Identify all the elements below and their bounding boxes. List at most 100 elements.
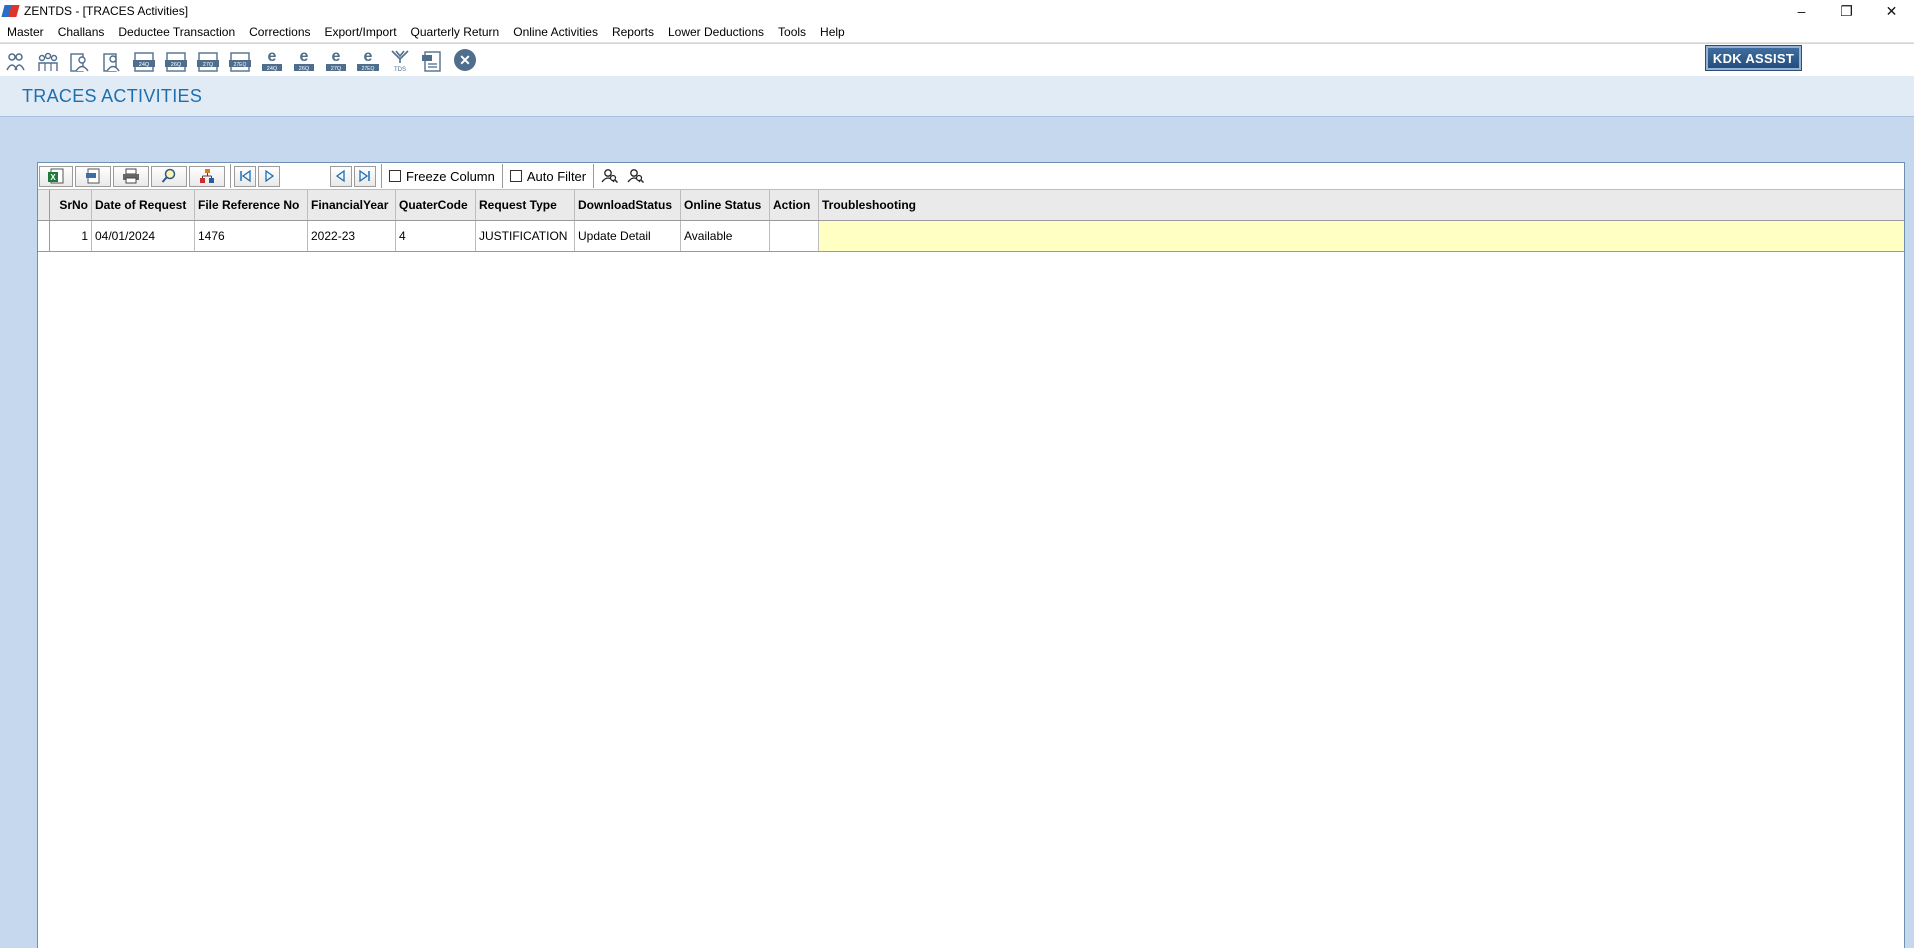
window-title: ZENTDS - [TRACES Activities] bbox=[24, 4, 189, 18]
employee-icon[interactable] bbox=[68, 47, 92, 73]
auto-filter-label: Auto Filter bbox=[526, 168, 587, 184]
deductor-icon[interactable] bbox=[4, 47, 28, 73]
excel-icon: X bbox=[48, 168, 64, 184]
svg-text:e: e bbox=[268, 48, 277, 65]
svg-text:24Q: 24Q bbox=[139, 62, 150, 68]
form-27q-icon[interactable]: 27Q bbox=[196, 47, 220, 73]
restore-button[interactable]: ❐ bbox=[1824, 0, 1869, 22]
group-button[interactable] bbox=[189, 165, 225, 187]
minimize-button[interactable]: – bbox=[1779, 0, 1824, 22]
menu-tools[interactable]: Tools bbox=[771, 22, 813, 43]
col-header-request-type[interactable]: Request Type bbox=[476, 190, 575, 220]
e-24q-icon[interactable]: e 24Q bbox=[260, 47, 284, 73]
menu-challans[interactable]: Challans bbox=[51, 22, 112, 43]
document-icon[interactable] bbox=[420, 47, 444, 73]
menu-online-activities[interactable]: Online Activities bbox=[506, 22, 605, 43]
menu-bar: Master Challans Deductee Transaction Cor… bbox=[0, 22, 1914, 43]
form-26q-icon[interactable]: 26Q bbox=[164, 47, 188, 73]
menu-lower-deductions[interactable]: Lower Deductions bbox=[661, 22, 771, 43]
form-27eq-icon[interactable]: 27EQ bbox=[228, 47, 252, 73]
cell-action[interactable] bbox=[770, 221, 819, 251]
cell-file-reference-no[interactable]: 1476 bbox=[195, 221, 308, 251]
auto-filter-checkbox[interactable]: Auto Filter bbox=[506, 169, 590, 184]
printer-icon bbox=[123, 168, 139, 184]
deductees-icon[interactable] bbox=[36, 47, 60, 73]
app-logo-icon bbox=[1, 3, 20, 19]
menu-help[interactable]: Help bbox=[813, 22, 852, 43]
row-indicator-header bbox=[38, 190, 50, 220]
cell-download-status[interactable]: Update Detail bbox=[575, 221, 681, 251]
col-header-quater-code[interactable]: QuaterCode bbox=[396, 190, 476, 220]
svg-text:27EQ: 27EQ bbox=[362, 66, 375, 72]
checkbox-box[interactable] bbox=[509, 170, 522, 182]
col-header-troubleshooting[interactable]: Troubleshooting bbox=[819, 190, 1904, 220]
svg-text:e: e bbox=[300, 48, 309, 65]
menu-reports[interactable]: Reports bbox=[605, 22, 661, 43]
find-user-button[interactable] bbox=[597, 166, 623, 187]
page-header: TRACES ACTIVITIES bbox=[0, 76, 1914, 117]
cell-quater-code[interactable]: 4 bbox=[396, 221, 476, 251]
grid-panel: X Freeze Column Auto Filter SrNo Date of… bbox=[37, 162, 1905, 948]
menu-master[interactable]: Master bbox=[0, 22, 51, 43]
cell-online-status[interactable]: Available bbox=[681, 221, 770, 251]
close-window-button[interactable]: ✕ bbox=[1869, 0, 1914, 22]
find-person-icon bbox=[627, 169, 645, 183]
kdk-assist-button[interactable]: KDK ASSIST bbox=[1705, 45, 1802, 71]
col-header-action[interactable]: Action bbox=[770, 190, 819, 220]
window-controls: – ❐ ✕ bbox=[1779, 0, 1914, 22]
svg-text:27EQ: 27EQ bbox=[234, 62, 247, 68]
col-header-srno[interactable]: SrNo bbox=[50, 190, 92, 220]
col-header-online-status[interactable]: Online Status bbox=[681, 190, 770, 220]
grid-header: SrNo Date of Request File Reference No F… bbox=[38, 190, 1904, 221]
find-person-icon bbox=[601, 169, 619, 183]
cell-financial-year[interactable]: 2022-23 bbox=[308, 221, 396, 251]
freeze-column-label: Freeze Column bbox=[406, 168, 495, 184]
back-icon bbox=[335, 169, 345, 183]
title-bar: ZENTDS - [TRACES Activities] – ❐ ✕ bbox=[0, 0, 1914, 22]
last-icon bbox=[359, 169, 370, 183]
hierarchy-icon bbox=[200, 169, 214, 183]
cell-srno[interactable]: 1 bbox=[50, 221, 92, 251]
search-button[interactable] bbox=[151, 165, 187, 187]
previous-record-button[interactable] bbox=[330, 165, 352, 187]
e-27eq-icon[interactable]: e 27EQ bbox=[356, 47, 380, 73]
play-icon bbox=[265, 169, 275, 183]
print-button[interactable] bbox=[113, 165, 149, 187]
col-header-financial-year[interactable]: FinancialYear bbox=[308, 190, 396, 220]
col-header-file-reference-no[interactable]: File Reference No bbox=[195, 190, 308, 220]
e-26q-icon[interactable]: e 26Q bbox=[292, 47, 316, 73]
svg-text:27Q: 27Q bbox=[203, 62, 214, 68]
row-indicator[interactable] bbox=[38, 221, 50, 251]
col-header-download-status[interactable]: DownloadStatus bbox=[575, 190, 681, 220]
tds-icon[interactable]: TDS bbox=[388, 47, 412, 73]
menu-quarterly-return[interactable]: Quarterly Return bbox=[404, 22, 507, 43]
cell-request-type[interactable]: JUSTIFICATION bbox=[476, 221, 575, 251]
grid-toolbar: X Freeze Column Auto Filter bbox=[38, 163, 1904, 190]
form-24q-icon[interactable]: 24Q bbox=[132, 47, 156, 73]
export-csv-button[interactable] bbox=[75, 165, 111, 187]
menu-deductee-transaction[interactable]: Deductee Transaction bbox=[111, 22, 242, 43]
svg-text:24Q: 24Q bbox=[267, 66, 278, 72]
export-excel-button[interactable]: X bbox=[39, 165, 73, 187]
e-27q-icon[interactable]: e 27Q bbox=[324, 47, 348, 73]
cell-troubleshooting[interactable] bbox=[819, 221, 1904, 251]
cell-date-of-request[interactable]: 04/01/2024 bbox=[92, 221, 195, 251]
next-record-button[interactable] bbox=[258, 165, 280, 187]
magnifier-icon bbox=[161, 168, 176, 183]
col-header-date-of-request[interactable]: Date of Request bbox=[92, 190, 195, 220]
table-row[interactable]: 1 04/01/2024 1476 2022-23 4 JUSTIFICATIO… bbox=[38, 221, 1904, 252]
person-icon[interactable] bbox=[100, 47, 124, 73]
svg-text:TDS: TDS bbox=[394, 67, 406, 73]
last-record-button[interactable] bbox=[354, 165, 376, 187]
svg-text:X: X bbox=[50, 173, 56, 182]
find-next-user-button[interactable] bbox=[623, 166, 649, 187]
freeze-column-checkbox[interactable]: Freeze Column bbox=[385, 169, 499, 184]
menu-corrections[interactable]: Corrections bbox=[242, 22, 317, 43]
svg-text:27Q: 27Q bbox=[331, 66, 342, 72]
menu-export-import[interactable]: Export/Import bbox=[318, 22, 404, 43]
svg-text:26Q: 26Q bbox=[171, 62, 182, 68]
first-record-button[interactable] bbox=[234, 165, 256, 187]
close-icon[interactable]: ✕ bbox=[454, 49, 476, 71]
svg-text:e: e bbox=[364, 48, 373, 65]
checkbox-box[interactable] bbox=[389, 170, 401, 182]
